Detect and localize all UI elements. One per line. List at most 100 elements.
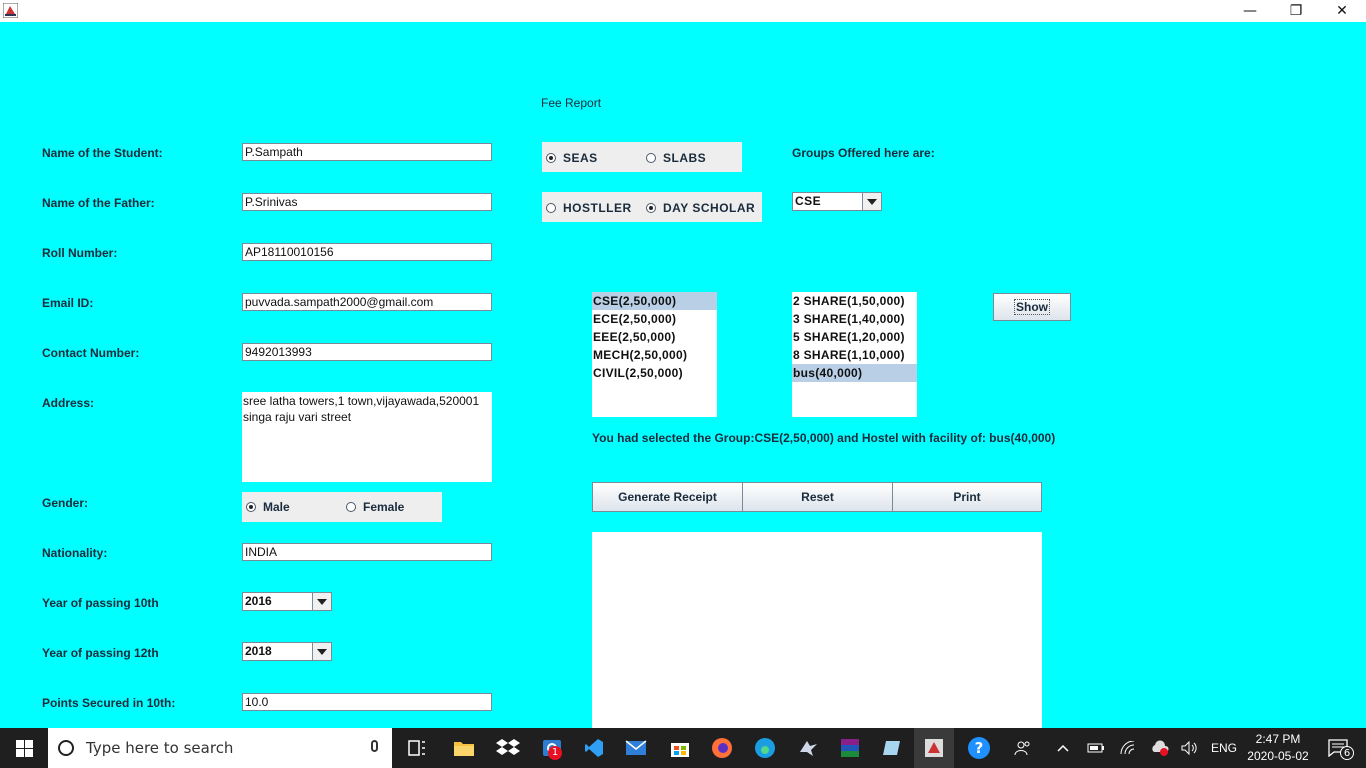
year-12th-dropdown[interactable]: 2018 — [242, 642, 332, 661]
roll-number-label: Roll Number: — [42, 246, 118, 260]
people-icon[interactable] — [1006, 728, 1040, 768]
gender-label: Gender: — [42, 496, 89, 510]
list-item[interactable]: EEE(2,50,000) — [592, 328, 717, 346]
search-placeholder: Type here to search — [86, 739, 234, 757]
java-app-taskbar-icon[interactable] — [914, 728, 954, 768]
radio-selected-icon — [546, 153, 556, 163]
microphone-icon[interactable] — [371, 740, 378, 752]
address-textarea[interactable]: sree latha towers,1 town,vijayawada,5200… — [242, 392, 492, 482]
bird-app-icon[interactable] — [788, 728, 828, 768]
list-item[interactable]: 5 SHARE(1,20,000) — [792, 328, 917, 346]
notification-count-badge: 6 — [1340, 746, 1354, 760]
winrar-icon[interactable] — [830, 728, 870, 768]
father-name-label: Name of the Father: — [42, 196, 155, 210]
language-indicator[interactable]: ENG — [1208, 741, 1240, 755]
chevron-down-icon[interactable] — [312, 593, 331, 610]
gender-male-label: Male — [263, 500, 290, 514]
generate-receipt-button[interactable]: Generate Receipt — [592, 482, 743, 512]
windows-start-icon[interactable] — [0, 728, 48, 768]
list-item[interactable]: 8 SHARE(1,10,000) — [792, 346, 917, 364]
address-label: Address: — [42, 396, 95, 410]
battery-icon[interactable] — [1082, 728, 1110, 768]
mail-app-icon[interactable]: 1 — [532, 728, 572, 768]
hostller-label: HOSTLLER — [563, 201, 632, 215]
school-slabs-label: SLABS — [663, 151, 707, 165]
groups-label: Groups Offered here are: — [792, 146, 935, 160]
group-dropdown[interactable]: CSE — [792, 192, 882, 211]
notepad-icon[interactable] — [872, 728, 912, 768]
school-seas-label: SEAS — [563, 151, 598, 165]
student-name-field[interactable]: P.Sampath — [242, 143, 492, 161]
list-item[interactable]: 3 SHARE(1,40,000) — [792, 310, 917, 328]
year-10th-dropdown[interactable]: 2016 — [242, 592, 332, 611]
year-10th-value: 2016 — [245, 594, 272, 608]
wifi-icon[interactable] — [1114, 728, 1142, 768]
school-radio-group: SEAS SLABS — [542, 142, 742, 172]
receipt-textarea[interactable] — [592, 532, 1042, 728]
day-scholar-label: DAY SCHOLAR — [663, 201, 756, 215]
gender-male-radio[interactable]: Male — [246, 500, 290, 514]
roll-number-field[interactable]: AP18110010156 — [242, 243, 492, 261]
taskbar: Type here to search 1 ? ENG 2:47 PM 2020… — [0, 728, 1366, 768]
help-icon[interactable]: ? — [958, 728, 1000, 768]
year-12th-value: 2018 — [245, 644, 272, 658]
list-item[interactable]: MECH(2,50,000) — [592, 346, 717, 364]
gender-female-label: Female — [363, 500, 405, 514]
hostller-radio[interactable]: HOSTLLER — [546, 201, 632, 215]
father-name-field[interactable]: P.Srinivas — [242, 193, 492, 211]
school-slabs-radio[interactable]: SLABS — [646, 151, 706, 165]
edge-icon[interactable] — [745, 728, 785, 768]
radio-unselected-icon — [546, 203, 556, 213]
show-button[interactable]: Show — [993, 293, 1071, 321]
day-scholar-radio[interactable]: DAY SCHOLAR — [646, 201, 755, 215]
dropbox-icon[interactable] — [488, 728, 528, 768]
close-button[interactable]: ✕ — [1319, 0, 1365, 22]
radio-unselected-icon — [646, 153, 656, 163]
chevron-down-icon[interactable] — [312, 643, 331, 660]
radio-selected-icon — [646, 203, 656, 213]
contact-label: Contact Number: — [42, 346, 140, 360]
gender-female-radio[interactable]: Female — [346, 500, 404, 514]
year-12th-label: Year of passing 12th — [42, 646, 159, 660]
title-bar: — ❐ ✕ — [0, 0, 1366, 22]
mail-icon[interactable] — [616, 728, 656, 768]
list-item[interactable]: ECE(2,50,000) — [592, 310, 717, 328]
group-list[interactable]: CSE(2,50,000) ECE(2,50,000) EEE(2,50,000… — [592, 292, 717, 417]
school-seas-radio[interactable]: SEAS — [546, 151, 598, 165]
cloud-error-icon[interactable] — [1146, 728, 1174, 768]
residence-radio-group: HOSTLLER DAY SCHOLAR — [542, 192, 762, 222]
chevron-up-icon[interactable] — [1050, 728, 1076, 768]
store-icon[interactable] — [660, 728, 700, 768]
group-dropdown-value: CSE — [795, 194, 822, 208]
nationality-field[interactable]: INDIA — [242, 543, 492, 561]
firefox-icon[interactable] — [702, 728, 742, 768]
file-explorer-icon[interactable] — [444, 728, 484, 768]
list-item[interactable]: CIVIL(2,50,000) — [592, 364, 717, 382]
svg-text:?: ? — [975, 739, 984, 757]
taskbar-search-box[interactable]: Type here to search — [48, 728, 392, 768]
points-10th-field[interactable]: 10.0 — [242, 693, 492, 711]
hostel-list[interactable]: 2 SHARE(1,50,000) 3 SHARE(1,40,000) 5 SH… — [792, 292, 917, 417]
volume-icon[interactable] — [1176, 728, 1204, 768]
print-button[interactable]: Print — [892, 482, 1042, 512]
contact-field[interactable]: 9492013993 — [242, 343, 492, 361]
clock-time[interactable]: 2:47 PM — [1240, 732, 1316, 746]
clock-date[interactable]: 2020-05-02 — [1240, 749, 1316, 763]
task-view-icon[interactable] — [397, 728, 437, 768]
email-label: Email ID: — [42, 296, 94, 310]
notifications-icon[interactable]: 6 — [1318, 728, 1358, 768]
search-icon — [58, 740, 74, 756]
minimize-button[interactable]: — — [1227, 0, 1273, 22]
maximize-button[interactable]: ❐ — [1273, 0, 1319, 22]
radio-selected-icon — [246, 502, 256, 512]
list-item[interactable]: bus(40,000) — [792, 364, 917, 382]
selection-message: You had selected the Group:CSE(2,50,000)… — [592, 431, 1056, 445]
list-item[interactable]: 2 SHARE(1,50,000) — [792, 292, 917, 310]
chevron-down-icon[interactable] — [862, 193, 881, 210]
reset-button[interactable]: Reset — [742, 482, 893, 512]
email-field[interactable]: puvvada.sampath2000@gmail.com — [242, 293, 492, 311]
show-button-label: Show — [1014, 299, 1050, 315]
list-item[interactable]: CSE(2,50,000) — [592, 292, 717, 310]
notification-badge: 1 — [548, 746, 562, 760]
vscode-icon[interactable] — [576, 728, 612, 768]
